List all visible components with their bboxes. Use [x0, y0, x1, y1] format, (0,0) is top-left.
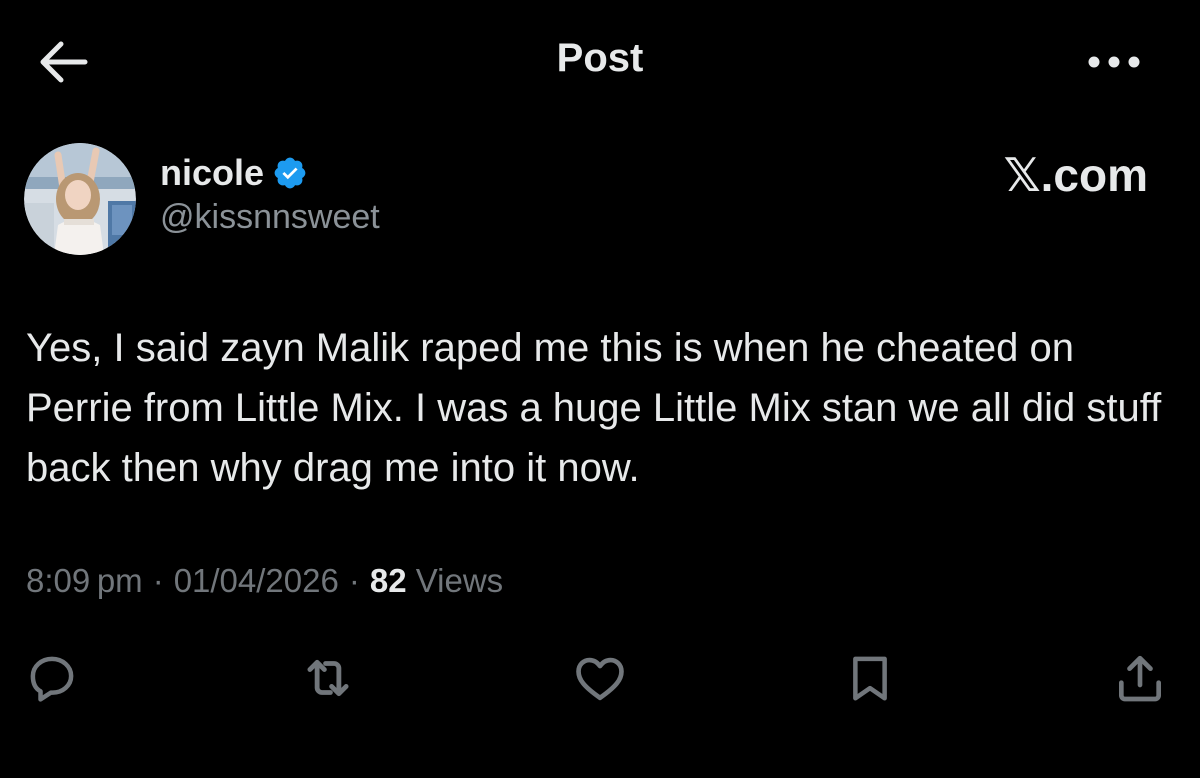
- page-title: Post: [556, 36, 644, 80]
- avatar-image: [24, 143, 136, 255]
- bookmark-button[interactable]: [838, 646, 902, 710]
- meta-separator: ·: [152, 562, 164, 599]
- arrow-left-icon: [40, 41, 88, 83]
- author-name[interactable]: nicole: [160, 152, 264, 194]
- back-button[interactable]: [30, 34, 96, 90]
- share-button[interactable]: [1108, 646, 1172, 710]
- post-meta: 8:09 pm · 01/04/2026 · 82 Views: [26, 562, 503, 600]
- views-count: 82: [369, 562, 407, 599]
- like-button[interactable]: [568, 646, 632, 710]
- verified-badge-icon: [274, 157, 306, 189]
- reply-icon: [30, 656, 74, 702]
- avatar[interactable]: [24, 143, 136, 255]
- repost-button[interactable]: [296, 646, 360, 710]
- views-label: Views: [415, 562, 504, 599]
- meta-separator: ·: [348, 562, 360, 599]
- post-time[interactable]: 8:09 pm: [26, 562, 143, 600]
- author-name-row[interactable]: nicole: [160, 150, 308, 196]
- repost-icon: [307, 659, 349, 697]
- views[interactable]: 82 Views: [370, 562, 503, 600]
- reply-button[interactable]: [20, 646, 84, 710]
- like-icon: [576, 657, 624, 701]
- author-handle[interactable]: @kissnnsweet: [160, 198, 380, 237]
- post-date[interactable]: 01/04/2026: [174, 562, 339, 600]
- watermark: 𝕏.com: [1003, 149, 1148, 201]
- post-text: Yes, I said zayn Malik raped me this is …: [26, 326, 1162, 490]
- bookmark-icon: [853, 656, 887, 701]
- more-horizontal-icon: [1088, 56, 1140, 68]
- share-icon: [1119, 655, 1161, 702]
- more-options-button[interactable]: [1076, 40, 1152, 84]
